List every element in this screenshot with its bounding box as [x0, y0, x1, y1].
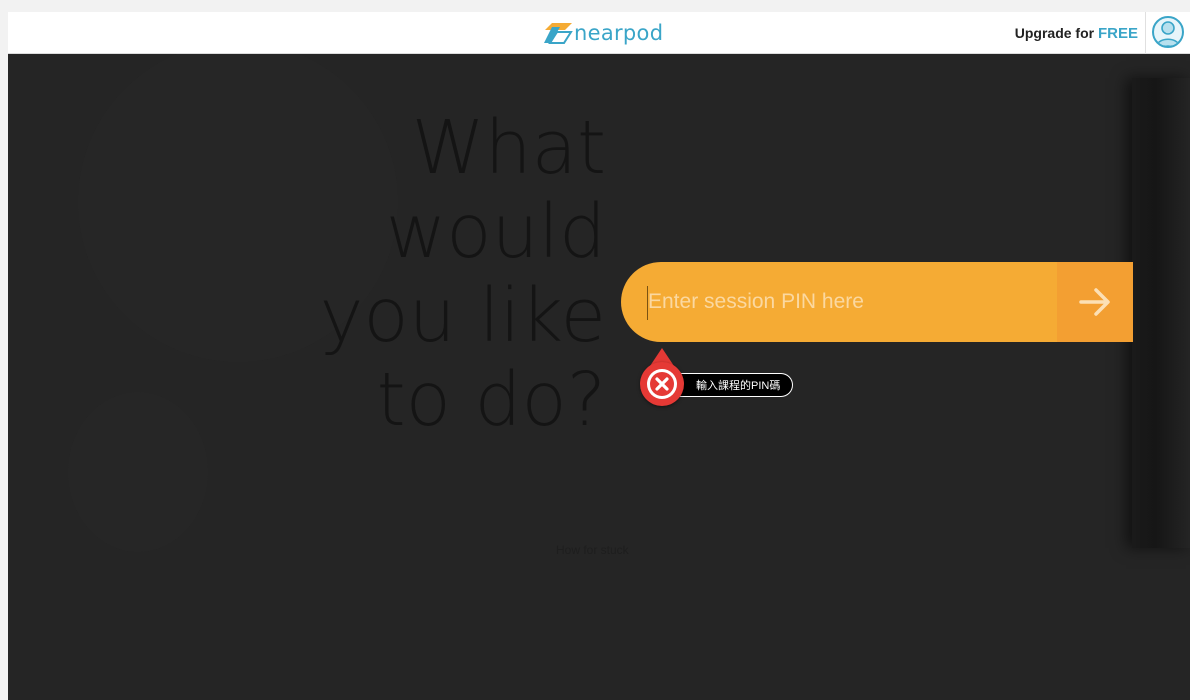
upgrade-link[interactable]: Upgrade for FREE: [1015, 25, 1138, 42]
nearpod-logo-mark: [544, 23, 573, 44]
headline-line: What: [411, 105, 606, 191]
headline-line: you like: [319, 273, 606, 359]
user-avatar-icon[interactable]: [1152, 16, 1184, 48]
session-pin-form: [621, 262, 1133, 342]
close-icon[interactable]: [647, 369, 677, 399]
headline-line: would: [385, 189, 606, 275]
error-message: 輸入課程的PIN碼: [678, 373, 794, 397]
pin-error-tooltip: 輸入課程的PIN碼: [640, 348, 810, 414]
upgrade-free-highlight: FREE: [1097, 25, 1138, 42]
top-navigation-bar: nearpod Upgrade for FREE: [8, 12, 1190, 54]
submit-pin-button[interactable]: [1057, 262, 1133, 342]
side-panel-edge: [1132, 78, 1190, 548]
header-divider: [1145, 12, 1146, 54]
text-caret: [647, 286, 648, 320]
help-link[interactable]: How for stuck: [556, 543, 629, 557]
nearpod-logo[interactable]: nearpod: [543, 20, 663, 46]
upgrade-prefix: Upgrade for: [1014, 25, 1095, 41]
logo-text: nearpod: [574, 21, 664, 45]
headline-line: to do?: [376, 357, 606, 443]
session-pin-input[interactable]: [648, 262, 1048, 342]
arrow-right-icon: [1079, 288, 1110, 316]
page-headline: What would you like to do?: [166, 106, 606, 442]
app-window: nearpod Upgrade for FREE What would you …: [8, 12, 1190, 700]
user-avatar-glyph: [1156, 21, 1180, 46]
